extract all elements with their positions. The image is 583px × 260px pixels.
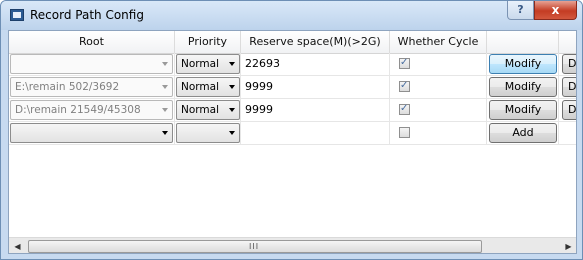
priority-combo[interactable] xyxy=(176,123,240,143)
chevron-down-icon xyxy=(162,108,168,112)
root-combo[interactable] xyxy=(10,123,173,143)
horizontal-scrollbar[interactable]: ◀ III ▶ xyxy=(9,237,576,253)
chevron-down-icon xyxy=(229,62,235,66)
grip-icon: III xyxy=(249,242,260,251)
window-title: Record Path Config xyxy=(30,8,144,22)
table-row: E:\remain 502/3692 Normal 9999 ✓ Modify … xyxy=(9,76,576,99)
chevron-down-icon xyxy=(162,85,168,89)
priority-combo[interactable]: Normal xyxy=(176,100,240,120)
column-header-priority[interactable]: Priority xyxy=(175,31,241,53)
table-row: D:\remain 21549/45308 Normal 9999 ✓ Modi… xyxy=(9,99,576,122)
priority-combo[interactable]: Normal xyxy=(176,54,240,74)
scroll-left-icon[interactable]: ◀ xyxy=(9,238,26,253)
column-header-whether-cycle[interactable]: Whether Cycle xyxy=(390,31,487,53)
whether-cycle-checkbox[interactable] xyxy=(399,127,410,138)
column-header-root[interactable]: Root xyxy=(9,31,175,53)
table-row: Add xyxy=(9,122,576,145)
whether-cycle-checkbox[interactable]: ✓ xyxy=(399,80,410,92)
reserve-space-field[interactable]: 22693 xyxy=(245,53,280,75)
reserve-space-field[interactable]: 9999 xyxy=(245,99,273,121)
record-path-config-window: Record Path Config ? x Root Priority Res… xyxy=(0,0,583,260)
column-header-action[interactable] xyxy=(487,31,559,53)
table-header: Root Priority Reserve space(M)(>2G) Whet… xyxy=(9,31,576,54)
root-combo[interactable] xyxy=(10,54,173,74)
delete-button[interactable]: D xyxy=(562,100,576,120)
chevron-down-icon xyxy=(229,85,235,89)
help-button[interactable]: ? xyxy=(507,1,534,20)
checkmark-icon: ✓ xyxy=(400,103,409,114)
chevron-down-icon xyxy=(162,131,168,135)
add-button[interactable]: Add xyxy=(489,123,557,143)
table-row: Normal 22693 ✓ Modify D xyxy=(9,53,576,76)
modify-button[interactable]: Modify xyxy=(489,100,557,120)
chevron-down-icon xyxy=(229,108,235,112)
chevron-down-icon xyxy=(162,62,168,66)
reserve-space-field[interactable]: 9999 xyxy=(245,76,273,98)
modify-button[interactable]: Modify xyxy=(489,54,557,74)
whether-cycle-checkbox[interactable]: ✓ xyxy=(399,103,410,115)
checkmark-icon: ✓ xyxy=(400,80,409,91)
chevron-down-icon xyxy=(229,131,235,135)
scroll-right-icon[interactable]: ▶ xyxy=(560,238,576,253)
scrollbar-thumb[interactable]: III xyxy=(28,240,482,253)
close-button[interactable]: x xyxy=(534,1,577,20)
app-icon xyxy=(10,9,24,21)
modify-button[interactable]: Modify xyxy=(489,77,557,97)
priority-combo[interactable]: Normal xyxy=(176,77,240,97)
delete-button[interactable]: D xyxy=(562,77,576,97)
root-combo[interactable]: E:\remain 502/3692 xyxy=(10,77,173,97)
root-combo[interactable]: D:\remain 21549/45308 xyxy=(10,100,173,120)
column-header-reserve-space[interactable]: Reserve space(M)(>2G) xyxy=(241,31,390,53)
delete-button[interactable]: D xyxy=(562,54,576,74)
whether-cycle-checkbox[interactable]: ✓ xyxy=(399,57,410,69)
title-bar[interactable]: Record Path Config ? x xyxy=(1,1,582,30)
column-header-extra[interactable] xyxy=(559,31,576,53)
checkmark-icon: ✓ xyxy=(400,57,409,68)
config-table: Root Priority Reserve space(M)(>2G) Whet… xyxy=(8,30,577,254)
